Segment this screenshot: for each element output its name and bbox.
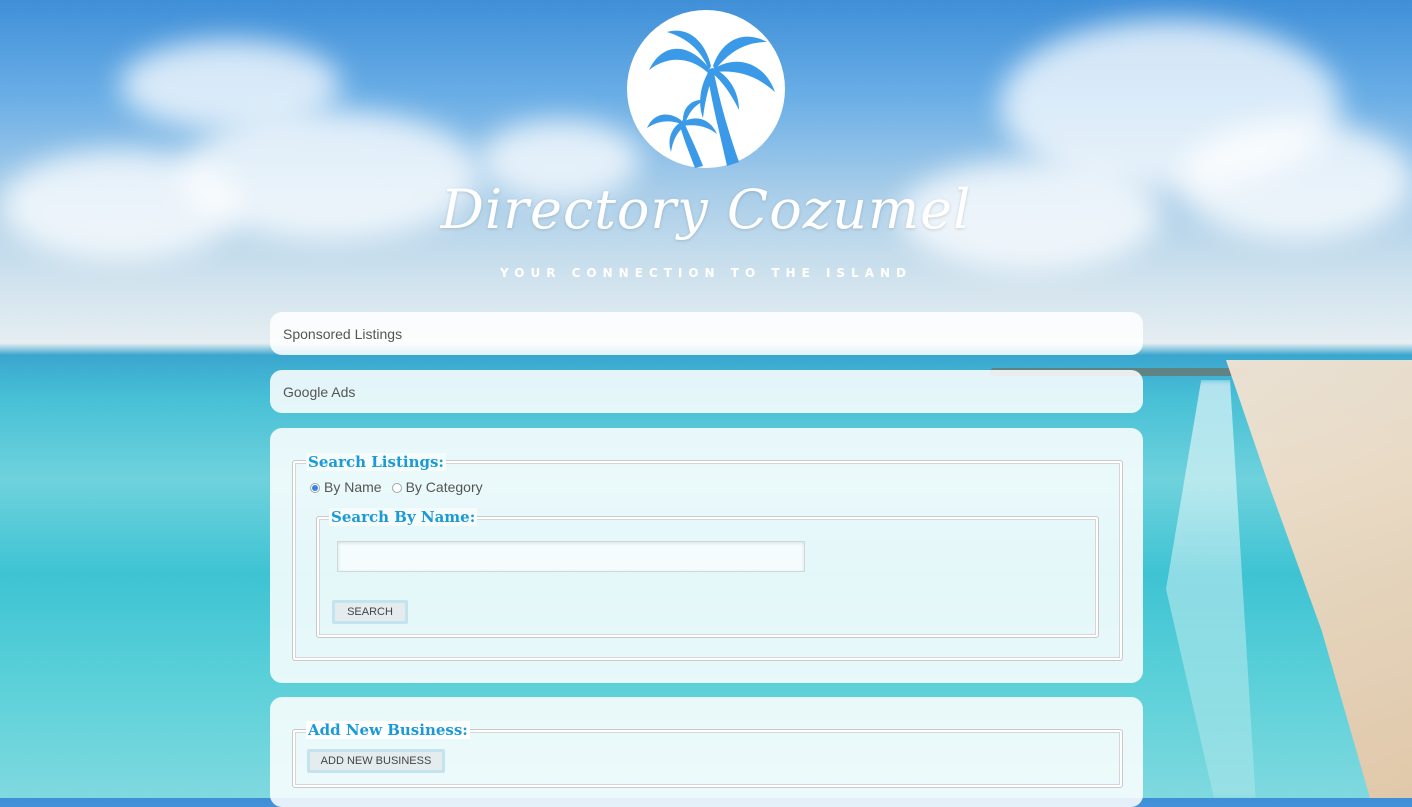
sponsored-listings-label: Sponsored Listings xyxy=(283,325,403,342)
site-title: Directory Cozumel xyxy=(440,178,972,241)
logo[interactable] xyxy=(627,10,785,168)
search-listings-panel: Search Listings: By Name By Category Sea… xyxy=(270,428,1143,683)
add-business-legend: Add New Business: xyxy=(306,721,470,739)
beach-sand xyxy=(1226,360,1412,798)
search-mode-radio-group: By Name By Category xyxy=(310,479,483,495)
sponsored-listings-panel: Sponsored Listings xyxy=(270,312,1143,355)
radio-by-category[interactable] xyxy=(391,483,402,493)
search-by-name-fieldset xyxy=(316,516,1099,638)
search-button[interactable]: SEARCH xyxy=(332,600,408,624)
search-name-input[interactable] xyxy=(337,541,805,572)
google-ads-label: Google Ads xyxy=(283,383,356,400)
radio-by-name[interactable] xyxy=(310,483,320,493)
radio-by-category-label[interactable]: By Category xyxy=(406,479,483,495)
site-tagline: YOUR CONNECTION TO THE ISLAND xyxy=(499,266,912,280)
search-by-name-legend: Search By Name: xyxy=(329,508,478,526)
search-listings-legend: Search Listings: xyxy=(306,453,446,471)
google-ads-panel: Google Ads xyxy=(270,370,1143,413)
add-new-business-button[interactable]: ADD NEW BUSINESS xyxy=(307,749,445,773)
add-business-panel: Add New Business: ADD NEW BUSINESS xyxy=(270,697,1143,807)
palm-tree-icon xyxy=(627,10,785,168)
radio-by-name-label[interactable]: By Name xyxy=(324,479,382,495)
